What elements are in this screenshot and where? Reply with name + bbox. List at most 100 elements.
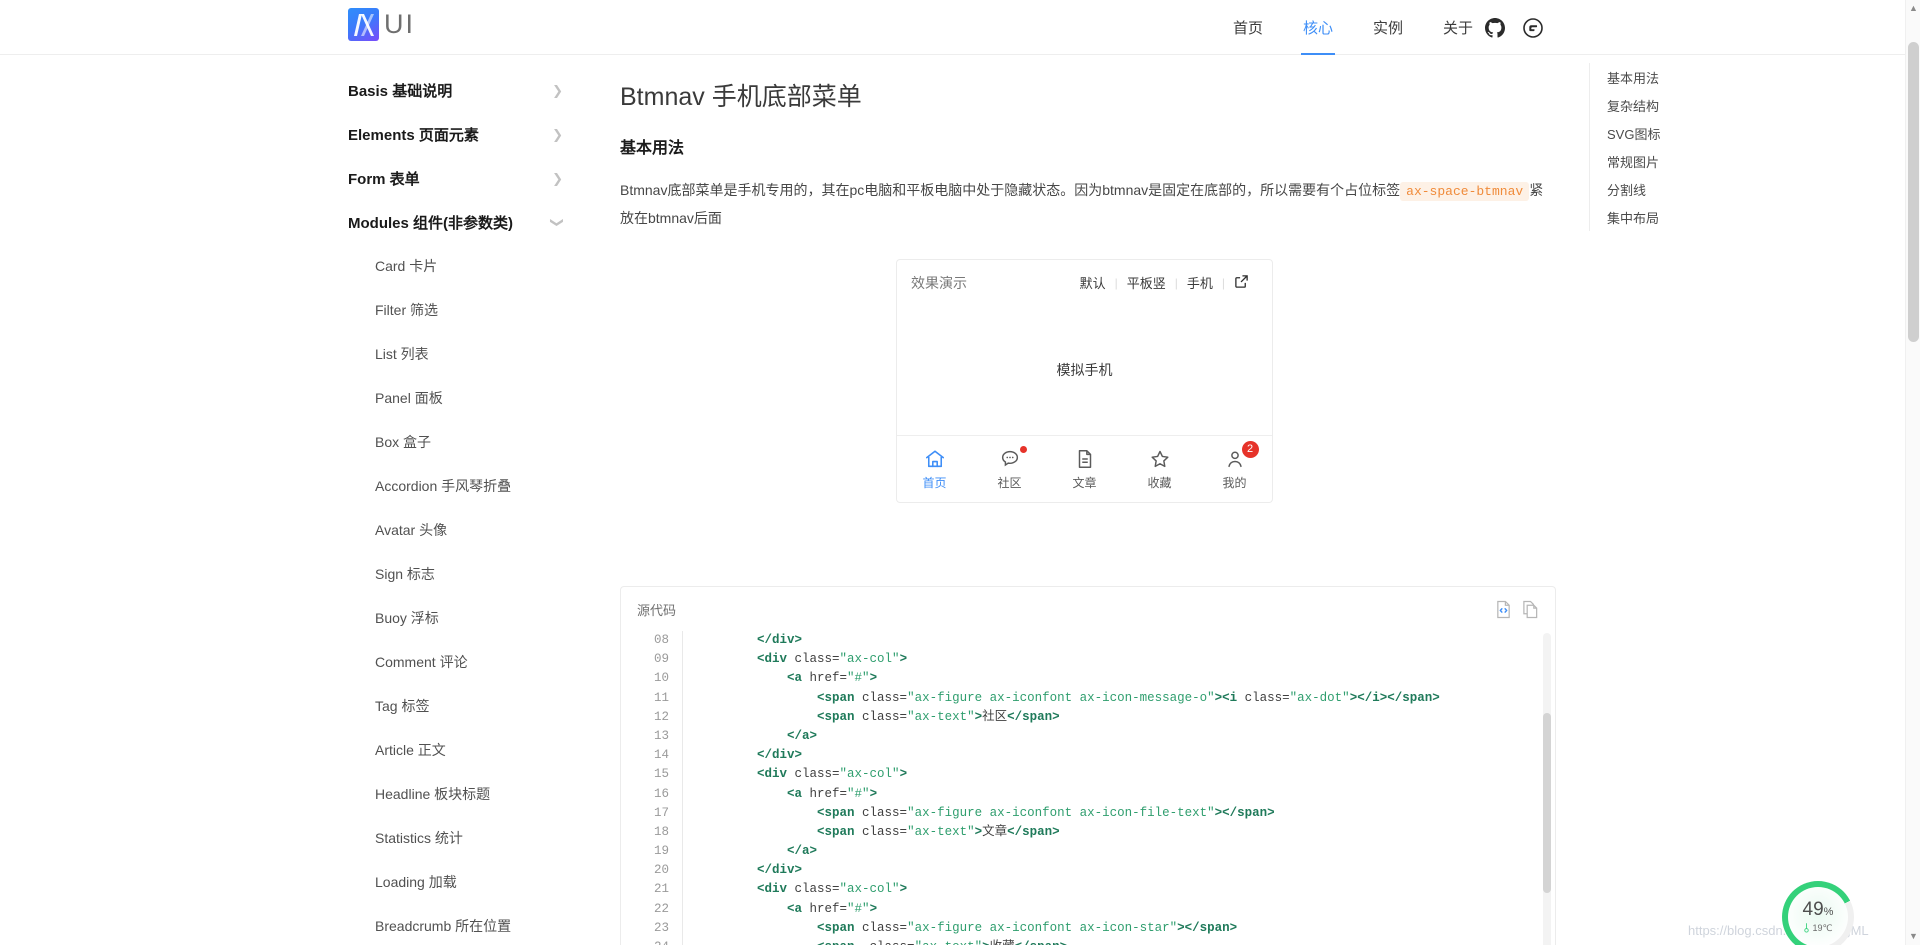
sidebar-item-breadcrumb[interactable]: Breadcrumb 所在位置 — [348, 904, 578, 945]
sidebar-group-elements[interactable]: Elements 页面元素 ❯ — [348, 112, 578, 156]
code-line-content: </div> — [683, 861, 802, 880]
sidebar-group-label: Basis 基础说明 — [348, 80, 452, 101]
nav-item-about[interactable]: 关于 — [1423, 0, 1493, 55]
code-line: 12 <span class="ax-text">社区</span> — [621, 708, 1555, 727]
sidebar-item-statistics[interactable]: Statistics 统计 — [348, 816, 578, 860]
sidebar-item-panel[interactable]: Panel 面板 — [348, 376, 578, 420]
code-line-number: 11 — [621, 689, 683, 708]
btmnav-item-article[interactable]: 文章 — [1047, 448, 1122, 491]
source-code-title: 源代码 — [637, 600, 676, 619]
code-line: 09 <div class="ax-col"> — [621, 650, 1555, 669]
sidebar-item-card[interactable]: Card 卡片 — [348, 244, 578, 288]
percent-value: 49% — [1803, 900, 1834, 922]
sidebar-item-sign[interactable]: Sign 标志 — [348, 552, 578, 596]
star-icon — [1149, 448, 1171, 470]
toc-item-svg-icon[interactable]: SVG图标 — [1607, 119, 1749, 147]
demo-tool-tablet-portrait[interactable]: 平板竖 — [1118, 273, 1175, 292]
code-line-number: 12 — [621, 708, 683, 727]
scroll-down-icon[interactable]: ▼ — [1909, 932, 1918, 941]
code-line-content: <span class="ax-figure ax-iconfont ax-ic… — [683, 804, 1275, 823]
sidebar-item-article[interactable]: Article 正文 — [348, 728, 578, 772]
notification-dot — [1020, 446, 1027, 453]
btmnav-label: 文章 — [1072, 474, 1096, 491]
code-line-content: <a href="#"> — [683, 900, 877, 919]
sidebar-item-avatar[interactable]: Avatar 头像 — [348, 508, 578, 552]
copy-icon[interactable] — [1522, 600, 1539, 619]
code-line-number: 09 — [621, 650, 683, 669]
status-float-widget[interactable]: 49% 19℃ — [1782, 881, 1854, 945]
code-line: 17 <span class="ax-figure ax-iconfont ax… — [621, 804, 1555, 823]
chevron-right-icon: ❯ — [552, 84, 563, 97]
nav-item-core[interactable]: 核心 — [1283, 0, 1353, 55]
file-text-icon — [1074, 448, 1096, 470]
btmnav-item-favorites[interactable]: 收藏 — [1122, 448, 1197, 491]
code-line-number: 08 — [621, 631, 683, 650]
code-file-icon[interactable] — [1495, 600, 1512, 619]
widget-inner: 49% 19℃ — [1788, 887, 1848, 945]
toc-item-divider[interactable]: 分割线 — [1607, 175, 1749, 203]
sidebar-item-list[interactable]: List 列表 — [348, 332, 578, 376]
sidebar-item-tag[interactable]: Tag 标签 — [348, 684, 578, 728]
code-line-number: 20 — [621, 861, 683, 880]
nav-item-examples[interactable]: 实例 — [1353, 0, 1423, 55]
code-line: 14 </div> — [621, 746, 1555, 765]
page-scrollbar-thumb[interactable] — [1908, 42, 1919, 342]
btmnav-item-community[interactable]: 社区 — [972, 448, 1047, 491]
table-of-contents: 基本用法 复杂结构 SVG图标 常规图片 分割线 集中布局 — [1589, 63, 1749, 231]
site-logo[interactable]: UI — [348, 8, 415, 41]
sidebar-group-basis[interactable]: Basis 基础说明 ❯ — [348, 68, 578, 112]
chevron-right-icon: ❯ — [552, 128, 563, 141]
btmnav-label: 首页 — [922, 474, 946, 491]
sidebar-group-modules[interactable]: Modules 组件(非参数类) ❯ — [348, 200, 578, 244]
btmnav-item-home[interactable]: 首页 — [897, 448, 972, 491]
source-code-actions — [1495, 600, 1539, 619]
sidebar-item-comment[interactable]: Comment 评论 — [348, 640, 578, 684]
toc-item-complex-structure[interactable]: 复杂结构 — [1607, 91, 1749, 119]
chevron-down-icon: ❯ — [551, 217, 564, 228]
page-scrollbar[interactable]: ▲ ▼ — [1905, 0, 1920, 945]
code-line-number: 13 — [621, 727, 683, 746]
code-line-content: </div> — [683, 631, 802, 650]
sidebar-item-loading[interactable]: Loading 加载 — [348, 860, 578, 904]
toc-item-basic-usage[interactable]: 基本用法 — [1607, 63, 1749, 91]
toc-item-regular-image[interactable]: 常规图片 — [1607, 147, 1749, 175]
scroll-up-icon[interactable]: ▲ — [1909, 4, 1918, 13]
source-code-header: 源代码 — [621, 587, 1555, 631]
gitee-icon[interactable] — [1523, 18, 1543, 38]
external-link-icon[interactable] — [1225, 274, 1258, 292]
demo-tool-mobile[interactable]: 手机 — [1178, 273, 1222, 292]
ax-logo-icon — [348, 8, 379, 41]
code-line: 15 <div class="ax-col"> — [621, 765, 1555, 784]
code-scrollbar[interactable] — [1543, 633, 1551, 945]
code-line-content: <a href="#"> — [683, 669, 877, 688]
intro-paragraph: Btmnav底部菜单是手机专用的，其在pc电脑和平板电脑中处于隐藏状态。因为bt… — [620, 177, 1555, 232]
sidebar-item-buoy[interactable]: Buoy 浮标 — [348, 596, 578, 640]
btmnav-label: 我的 — [1222, 474, 1246, 491]
code-line-number: 17 — [621, 804, 683, 823]
sidebar-item-box[interactable]: Box 盒子 — [348, 420, 578, 464]
percent-number: 49 — [1803, 899, 1824, 920]
code-line-content: <span class="ax-text">收藏</span> — [683, 938, 1067, 945]
source-code-body[interactable]: 08 </div>09 <div class="ax-col">10 <a hr… — [621, 631, 1555, 945]
demo-tool-default[interactable]: 默认 — [1071, 273, 1115, 292]
demo-stage-text: 模拟手机 — [1057, 360, 1113, 380]
code-scrollbar-thumb[interactable] — [1543, 713, 1551, 893]
btmnav-label: 收藏 — [1147, 474, 1171, 491]
toc-item-centered-layout[interactable]: 集中布局 — [1607, 203, 1749, 231]
code-line-content: <span class="ax-figure ax-iconfont ax-ic… — [683, 919, 1237, 938]
btmnav-item-mine[interactable]: 2 我的 — [1197, 448, 1272, 491]
code-line-content: <div class="ax-col"> — [683, 650, 907, 669]
code-line-number: 18 — [621, 823, 683, 842]
code-line-number: 23 — [621, 919, 683, 938]
nav-item-home[interactable]: 首页 — [1213, 0, 1283, 55]
message-icon — [999, 448, 1021, 470]
sidebar-item-headline[interactable]: Headline 板块标题 — [348, 772, 578, 816]
user-icon: 2 — [1224, 448, 1246, 470]
demo-toolbar: 默认 | 平板竖 | 手机 | — [1071, 273, 1258, 292]
github-icon[interactable] — [1485, 18, 1505, 38]
sidebar-item-accordion[interactable]: Accordion 手风琴折叠 — [348, 464, 578, 508]
sidebar-item-filter[interactable]: Filter 筛选 — [348, 288, 578, 332]
sidebar-group-label: Modules 组件(非参数类) — [348, 212, 513, 233]
sidebar-group-form[interactable]: Form 表单 ❯ — [348, 156, 578, 200]
demo-title: 效果演示 — [911, 273, 967, 293]
